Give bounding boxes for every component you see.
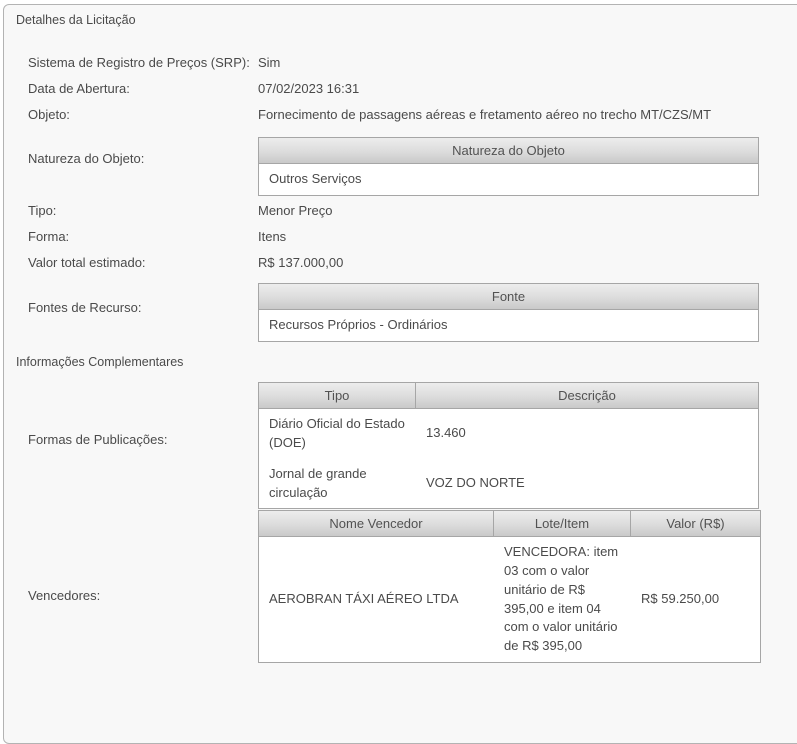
objeto-label: Objeto: bbox=[28, 107, 70, 122]
fontes-recurso-label: Fontes de Recurso: bbox=[28, 300, 141, 315]
vencedores-table: Nome Vencedor Lote/Item Valor (R$) AEROB… bbox=[258, 510, 761, 663]
objeto-value: Fornecimento de passagens aéreas e freta… bbox=[258, 107, 711, 122]
data-abertura-value: 07/02/2023 16:31 bbox=[258, 81, 359, 96]
natureza-table: Natureza do Objeto Outros Serviços bbox=[258, 137, 759, 196]
table-row: Jornal de grande circulação VOZ DO NORTE bbox=[259, 459, 758, 509]
fonte-table: Fonte Recursos Próprios - Ordinários bbox=[258, 283, 759, 342]
table-row: AEROBRAN TÁXI AÉREO LTDA VENCEDORA: item… bbox=[259, 537, 760, 662]
fonte-table-cell: Recursos Próprios - Ordinários bbox=[259, 310, 758, 341]
publicacao-descricao-cell: 13.460 bbox=[416, 409, 758, 459]
vencedor-valor-cell: R$ 59.250,00 bbox=[631, 537, 760, 662]
table-row: Recursos Próprios - Ordinários bbox=[259, 310, 758, 341]
complementary-section-title: Informações Complementares bbox=[16, 355, 183, 369]
table-header-row: Nome Vencedor Lote/Item Valor (R$) bbox=[259, 511, 760, 537]
natureza-table-header: Natureza do Objeto bbox=[259, 138, 758, 164]
table-row: Diário Oficial do Estado (DOE) 13.460 bbox=[259, 409, 758, 459]
fonte-table-header: Fonte bbox=[259, 284, 758, 310]
publicacao-descricao-cell: VOZ DO NORTE bbox=[416, 459, 758, 509]
tipo-label: Tipo: bbox=[28, 203, 56, 218]
table-row: Outros Serviços bbox=[259, 164, 758, 195]
natureza-table-cell: Outros Serviços bbox=[259, 164, 758, 195]
srp-value: Sim bbox=[258, 55, 280, 70]
publicacao-tipo-cell: Diário Oficial do Estado (DOE) bbox=[259, 409, 416, 459]
publicacoes-table: Tipo Descrição Diário Oficial do Estado … bbox=[258, 382, 759, 509]
publicacoes-label: Formas de Publicações: bbox=[28, 432, 167, 447]
natureza-label: Natureza do Objeto: bbox=[28, 151, 144, 166]
data-abertura-label: Data de Abertura: bbox=[28, 81, 130, 96]
valor-total-value: R$ 137.000,00 bbox=[258, 255, 343, 270]
vencedores-header-nome: Nome Vencedor bbox=[259, 511, 494, 537]
forma-label: Forma: bbox=[28, 229, 69, 244]
vencedores-header-lote: Lote/Item bbox=[494, 511, 631, 537]
vencedor-lote-cell: VENCEDORA: item 03 com o valor unitário … bbox=[494, 537, 631, 662]
table-header-row: Tipo Descrição bbox=[259, 383, 758, 409]
valor-total-label: Valor total estimado: bbox=[28, 255, 146, 270]
tipo-value: Menor Preço bbox=[258, 203, 332, 218]
vencedores-header-valor: Valor (R$) bbox=[631, 511, 760, 537]
forma-value: Itens bbox=[258, 229, 286, 244]
publicacoes-header-descricao: Descrição bbox=[416, 383, 758, 409]
vencedor-nome-cell: AEROBRAN TÁXI AÉREO LTDA bbox=[259, 537, 494, 662]
srp-label: Sistema de Registro de Preços (SRP): bbox=[28, 55, 250, 70]
publicacao-tipo-cell: Jornal de grande circulação bbox=[259, 459, 416, 509]
licitacao-details-page: { "panel": { "title": "Detalhes da Licit… bbox=[0, 0, 797, 692]
publicacoes-header-tipo: Tipo bbox=[259, 383, 416, 409]
panel-title: Detalhes da Licitação bbox=[16, 13, 136, 27]
vencedores-label: Vencedores: bbox=[28, 588, 100, 603]
